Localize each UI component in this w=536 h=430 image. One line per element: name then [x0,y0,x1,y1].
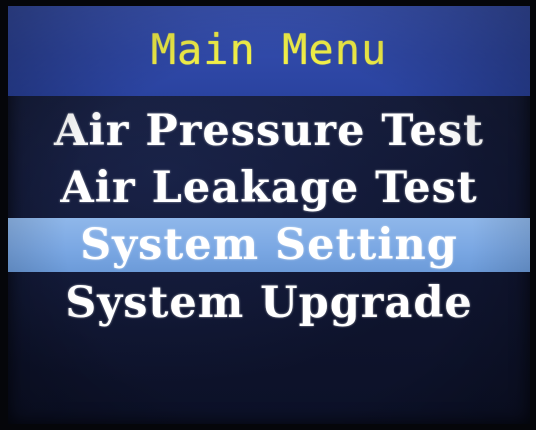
menu-item-air-pressure-test[interactable]: Air Pressure Test [8,102,530,159]
device-bezel: Main Menu Air Pressure Test Air Leakage … [0,0,536,430]
menu-item-system-setting[interactable]: System Setting [8,218,530,272]
lcd-screen: Main Menu Air Pressure Test Air Leakage … [8,6,530,424]
menu-item-system-upgrade[interactable]: System Upgrade [8,274,530,331]
menu-item-air-leakage-test[interactable]: Air Leakage Test [8,159,530,216]
title-bar: Main Menu [8,6,530,96]
page-title: Main Menu [150,24,388,74]
main-menu-list: Air Pressure Test Air Leakage Test Syste… [8,102,530,331]
